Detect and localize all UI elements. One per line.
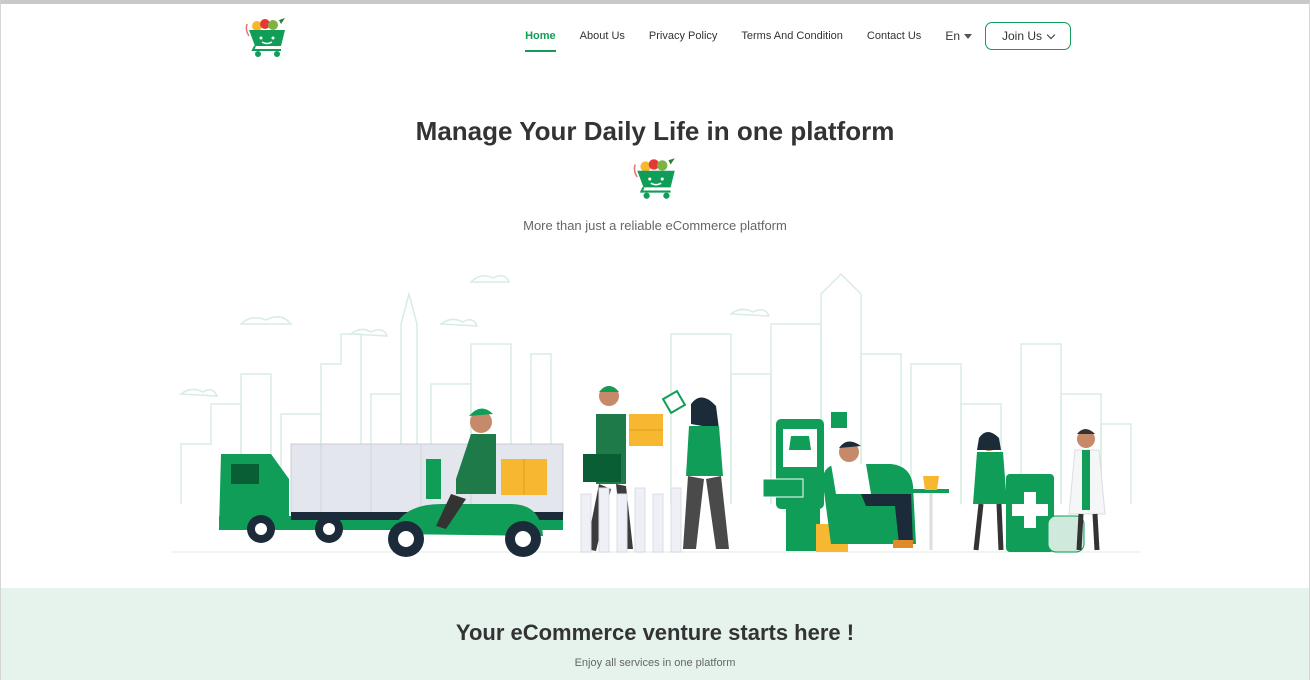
venture-section: Your eCommerce venture starts here ! Enj… — [1, 588, 1309, 680]
nav-link-home[interactable]: Home — [525, 20, 556, 52]
language-selector[interactable]: En — [945, 29, 972, 43]
join-us-button[interactable]: Join Us — [985, 22, 1071, 50]
shopping-cart-logo-icon — [633, 158, 675, 199]
nav-link-contact-us[interactable]: Contact Us — [867, 20, 921, 52]
nav-menu: Home About Us Privacy Policy Terms And C… — [501, 20, 1071, 52]
browser-viewport: Home About Us Privacy Policy Terms And C… — [0, 0, 1310, 680]
nav-link-privacy-policy[interactable]: Privacy Policy — [649, 20, 717, 52]
language-label: En — [945, 29, 960, 43]
venture-title: Your eCommerce venture starts here ! — [455, 620, 855, 645]
navbar: Home About Us Privacy Policy Terms And C… — [1, 4, 1309, 68]
hero-illustration — [171, 272, 1141, 557]
shopping-cart-logo-icon[interactable] — [243, 16, 291, 58]
chevron-down-icon — [1046, 30, 1056, 39]
hero-title: Manage Your Daily Life in one platform — [415, 116, 895, 146]
venture-subtitle: Enjoy all services in one platform — [574, 657, 736, 669]
caret-down-icon — [964, 33, 972, 39]
nav-link-about-us[interactable]: About Us — [580, 20, 625, 52]
pharmacy-scene — [973, 429, 1106, 553]
join-us-label: Join Us — [1001, 29, 1042, 43]
seated-customer — [822, 441, 949, 550]
hero-subtitle: More than just a reliable eCommerce plat… — [523, 218, 787, 233]
nav-link-terms-and-condition[interactable]: Terms And Condition — [741, 20, 843, 52]
